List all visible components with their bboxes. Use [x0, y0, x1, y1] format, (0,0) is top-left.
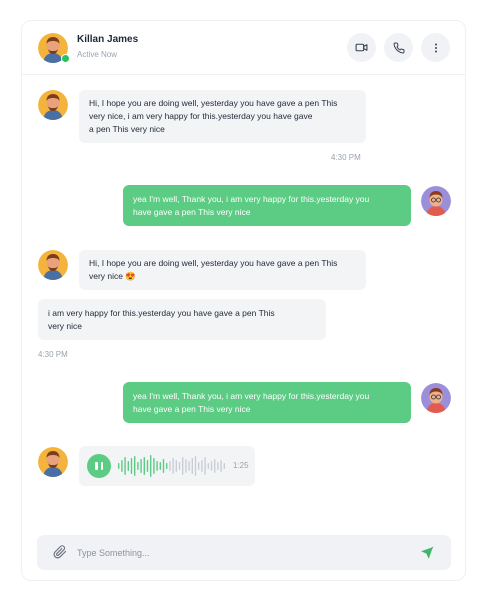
waveform-bar: [201, 460, 203, 472]
paperclip-icon: [53, 545, 67, 559]
voice-message: 1:25: [79, 446, 255, 486]
contact-avatar: [38, 447, 68, 477]
waveform-bar: [121, 460, 123, 472]
waveform-bar: [182, 457, 184, 475]
waveform-bar: [146, 460, 149, 472]
more-vertical-icon: [434, 43, 437, 52]
waveform-bar: [153, 458, 155, 474]
waveform-bar: [178, 462, 181, 470]
waveform-bar: [191, 458, 193, 474]
waveform-bar: [124, 457, 126, 475]
pause-icon: [95, 462, 103, 470]
message-line: i am very happy for this.yesterday you h…: [48, 308, 275, 318]
waveform-bar: [127, 461, 129, 471]
contact-name: Killan James: [77, 34, 139, 45]
voice-call-button[interactable]: [384, 33, 413, 62]
waveform-bar: [162, 459, 165, 473]
message-line: Hi, I hope you are doing well, yesterday…: [89, 98, 338, 108]
waveform-bar: [140, 459, 142, 473]
message-timestamp: 4:30 PM: [38, 350, 68, 359]
waveform-bar: [156, 461, 158, 471]
voice-duration: 1:25: [233, 461, 249, 470]
message-bubble-outgoing: yea I'm well, Thank you, i am very happy…: [123, 185, 411, 226]
user-avatar: [421, 186, 451, 216]
waveform-bar: [175, 460, 177, 472]
attach-button[interactable]: [53, 545, 67, 559]
waveform-bar: [204, 457, 206, 475]
send-icon: [421, 546, 434, 559]
audio-waveform[interactable]: [118, 454, 228, 478]
waveform-bar: [143, 457, 145, 475]
waveform-bar: [214, 459, 216, 473]
waveform-bar: [194, 456, 197, 476]
video-camera-icon: [355, 43, 368, 52]
pause-button[interactable]: [87, 454, 111, 478]
online-status-dot: [61, 54, 70, 63]
waveform-bar: [188, 461, 190, 471]
waveform-bar: [134, 456, 136, 476]
message-bubble-outgoing: yea I'm well, Thank you, i am very happy…: [123, 382, 411, 423]
contact-avatar: [38, 250, 68, 280]
message-bubble-incoming: Hi, I hope you are doing well, yesterday…: [79, 250, 366, 290]
message-line: have gave a pen This very nice: [133, 404, 251, 414]
message-line: very nice 😍: [89, 271, 136, 281]
waveform-bar: [150, 455, 152, 477]
chat-header: Killan James Active Now: [22, 21, 465, 75]
waveform-bar: [118, 463, 120, 469]
waveform-bar: [169, 461, 171, 471]
message-bubble-incoming: Hi, I hope you are doing well, yesterday…: [79, 90, 366, 143]
message-timestamp: 4:30 PM: [331, 153, 361, 162]
phone-icon: [393, 41, 405, 53]
waveform-bar: [185, 459, 187, 473]
message-line: yea I'm well, Thank you, i am very happy…: [133, 194, 370, 204]
video-call-button[interactable]: [347, 33, 376, 62]
message-input[interactable]: [77, 535, 397, 570]
waveform-bar: [198, 462, 200, 470]
contact-avatar: [38, 90, 68, 120]
message-line: very nice, i am very happy for this.yest…: [89, 111, 313, 121]
waveform-bar: [166, 463, 168, 469]
waveform-bar: [207, 463, 209, 469]
message-bubble-incoming: i am very happy for this.yesterday you h…: [38, 299, 326, 340]
more-options-button[interactable]: [421, 33, 450, 62]
chat-window: Killan James Active Now Hi, I hope you a…: [21, 20, 466, 581]
waveform-bar: [159, 462, 161, 470]
message-line: yea I'm well, Thank you, i am very happy…: [133, 391, 370, 401]
waveform-bar: [223, 463, 225, 469]
waveform-bar: [130, 458, 133, 474]
message-line: very nice: [48, 321, 83, 331]
user-avatar: [421, 383, 451, 413]
waveform-bar: [172, 458, 174, 474]
message-composer: [37, 535, 451, 570]
send-button[interactable]: [420, 546, 434, 560]
contact-status: Active Now: [77, 50, 118, 59]
waveform-bar: [220, 460, 222, 472]
waveform-bar: [210, 461, 213, 471]
message-line: Hi, I hope you are doing well, yesterday…: [89, 258, 338, 268]
message-line: a pen This very nice: [89, 124, 165, 134]
waveform-bar: [137, 462, 139, 470]
message-line: have gave a pen This very nice: [133, 207, 251, 217]
waveform-bar: [217, 462, 219, 470]
